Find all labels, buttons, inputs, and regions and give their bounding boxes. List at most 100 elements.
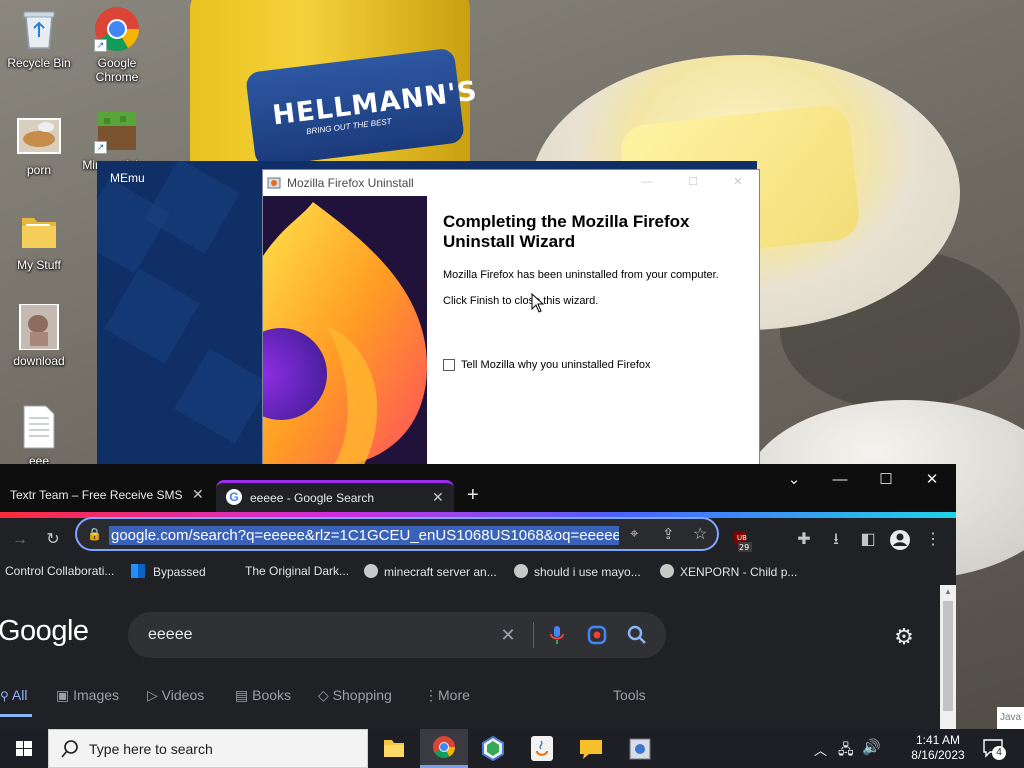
network-icon[interactable]: 🖧 [838, 739, 854, 763]
firefox-logo-banner [263, 196, 427, 465]
menu-kebab-icon[interactable]: ⋮ [921, 528, 945, 552]
url-text[interactable]: google.com/search?q=eeeee&rlz=1C1GCEU_en… [109, 526, 619, 545]
feedback-checkbox[interactable] [443, 359, 455, 371]
tab-label: All [11, 687, 28, 703]
tab-textr-team[interactable]: Textr Team – Free Receive SMS O ✕ [0, 480, 214, 512]
desktop-icon-google-chrome[interactable]: ↗ Google Chrome [78, 6, 156, 84]
memu-hex-decoration [174, 348, 270, 444]
voice-search-icon[interactable] [546, 624, 568, 646]
taskbar-installer[interactable] [616, 729, 664, 768]
search-icon: ⚲ [0, 689, 9, 703]
hexagon-app-icon [482, 735, 504, 762]
desktop-icon-label: download [13, 354, 65, 368]
memu-hex-decoration [104, 268, 200, 364]
chrome-icon [433, 736, 455, 758]
address-bar[interactable]: 🔒 google.com/search?q=eeeee&rlz=1C1GCEU_… [75, 517, 719, 551]
minimize-button[interactable]: — [825, 470, 855, 490]
profile-avatar-icon[interactable] [888, 528, 912, 552]
reload-icon[interactable]: ↻ [41, 528, 65, 552]
desktop-icon-my-stuff[interactable]: My Stuff [0, 208, 78, 272]
tab-label: Books [252, 687, 292, 703]
taskbar-chrome[interactable] [420, 729, 468, 768]
google-results-page: Google eeeee ✕ ⚙ ⚲ All ▣ Images ▷ Videos [0, 585, 940, 729]
tab-videos[interactable]: ▷ Videos [147, 687, 204, 704]
bookmark-item-mayo[interactable]: should i use mayo... [514, 564, 641, 579]
search-submit-icon[interactable] [626, 624, 648, 646]
image-icon: ▣ [56, 687, 70, 703]
scrollbar-thumb[interactable] [943, 601, 953, 711]
notification-center-icon[interactable]: 4 [982, 738, 1006, 760]
taskbar-app-hexagon[interactable] [469, 729, 517, 768]
page-scrollbar[interactable]: ▲ [940, 585, 956, 729]
image-thumbnail-icon [16, 303, 62, 351]
feedback-checkbox-label[interactable]: Tell Mozilla why you uninstalled Firefox [461, 359, 651, 371]
forward-arrow-icon[interactable]: → [8, 528, 32, 552]
settings-gear-icon[interactable]: ⚙ [892, 625, 916, 649]
close-button[interactable]: ✕ [730, 175, 746, 189]
taskbar-file-explorer[interactable] [370, 729, 418, 768]
java-notification-fragment[interactable]: Java [997, 707, 1024, 729]
active-tab-underline [0, 714, 32, 717]
installer-icon [629, 738, 651, 760]
tab-more[interactable]: ⋮More [424, 687, 470, 704]
bookmark-star-icon[interactable]: ☆ [693, 524, 707, 544]
desktop-icon-label: porn [26, 163, 52, 177]
start-button[interactable] [0, 729, 48, 768]
desktop-icon-download[interactable]: download [0, 303, 78, 368]
maximize-button[interactable]: ☐ [871, 470, 901, 490]
tab-google-search[interactable]: G eeeee - Google Search ✕ [216, 480, 454, 512]
clock-date: 8/16/2023 [911, 748, 965, 762]
google-logo[interactable]: Google [0, 615, 89, 648]
shortcut-arrow-icon: ↗ [94, 39, 107, 52]
dialog-titlebar[interactable]: Mozilla Firefox Uninstall — ☐ ✕ [263, 170, 759, 196]
book-icon: ▤ [235, 687, 249, 703]
share-icon[interactable]: ⇪ [662, 525, 675, 543]
maximize-button[interactable]: ☐ [685, 175, 701, 189]
tray-chevron-up-icon[interactable]: ︿ [814, 740, 827, 759]
tab-images[interactable]: ▣ Images [56, 687, 119, 704]
tab-shopping[interactable]: ◇ Shopping [318, 687, 392, 704]
tab-title: eeeee - Google Search [250, 491, 375, 505]
image-thumbnail-icon [16, 113, 62, 159]
tab-label: Videos [161, 687, 205, 703]
tab-close-icon[interactable]: ✕ [432, 489, 444, 506]
minimize-button[interactable]: — [639, 175, 655, 189]
lens-search-icon[interactable] [586, 624, 608, 646]
taskbar-chat[interactable] [567, 729, 615, 768]
bookmark-item[interactable]: Control Collaborati... [5, 564, 114, 578]
download-icon[interactable]: ⭳ [824, 528, 848, 552]
tab-all[interactable]: ⚲ All [0, 687, 27, 703]
tab-close-icon[interactable]: ✕ [192, 486, 204, 503]
tools-button[interactable]: Tools [613, 687, 646, 703]
system-clock[interactable]: 1:41 AM 8/16/2023 [895, 733, 981, 763]
bookmarks-bar: Control Collaborati... Bypassed The Orig… [0, 559, 956, 585]
chrome-window[interactable]: Textr Team – Free Receive SMS O ✕ G eeee… [0, 464, 956, 729]
desktop-icon-porn[interactable]: porn [0, 113, 78, 177]
google-search-box[interactable]: eeeee ✕ [128, 612, 666, 658]
desktop-icon-eee[interactable]: eee [0, 404, 78, 468]
tab-search-dropdown[interactable]: ⌄ [779, 470, 809, 490]
extension-ublock-icon[interactable]: UB 29 [728, 528, 752, 552]
extensions-puzzle-icon[interactable]: ✚ [792, 528, 816, 552]
search-query[interactable]: eeeee [148, 626, 193, 644]
tab-strip[interactable]: Textr Team – Free Receive SMS O ✕ G eeee… [0, 464, 956, 512]
bookmark-item[interactable]: The Original Dark... [245, 564, 349, 578]
volume-icon[interactable]: 🔊 [862, 738, 881, 756]
scroll-up-arrow-icon[interactable]: ▲ [944, 587, 952, 596]
bookmark-item-minecraft[interactable]: minecraft server an... [364, 564, 497, 579]
wizard-uninstalled-text: Mozilla Firefox has been uninstalled fro… [443, 269, 719, 281]
desktop-icon-recycle-bin[interactable]: Recycle Bin [0, 6, 78, 70]
clear-search-icon[interactable]: ✕ [497, 624, 519, 646]
close-button[interactable]: ✕ [917, 470, 947, 490]
firefox-uninstall-dialog[interactable]: Mozilla Firefox Uninstall — ☐ ✕ Completi… [262, 169, 760, 466]
bookmark-item-bypassed[interactable]: Bypassed [131, 564, 206, 579]
taskbar-search-box[interactable]: Type here to search [48, 729, 368, 768]
bookmark-item-xenporn[interactable]: XENPORN - Child p... [660, 564, 797, 579]
side-panel-icon[interactable]: ◧ [856, 528, 880, 552]
location-pin-icon[interactable]: ⌖ [630, 525, 638, 542]
java-icon [531, 736, 553, 761]
tab-books[interactable]: ▤ Books [235, 687, 291, 704]
globe-icon [364, 564, 378, 578]
taskbar-java[interactable] [518, 729, 566, 768]
new-tab-button[interactable]: + [467, 484, 479, 507]
